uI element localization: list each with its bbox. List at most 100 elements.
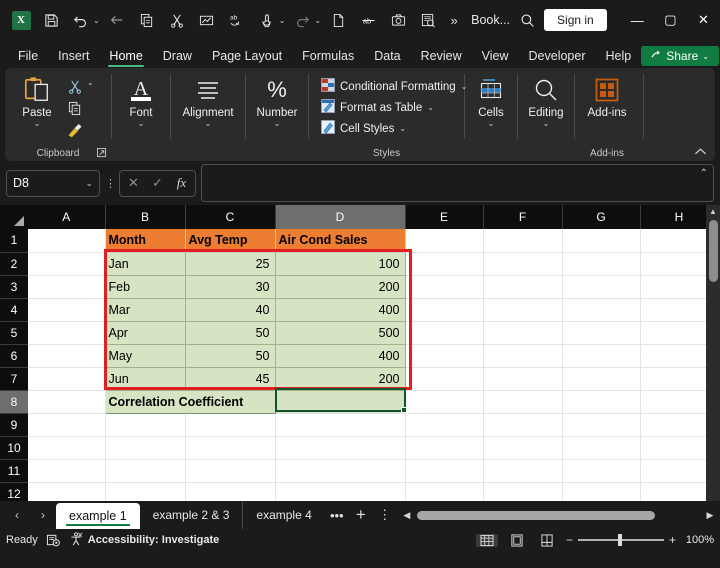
cell-c4[interactable]: 40 (185, 298, 275, 321)
confirm-formula-button[interactable]: ✓ (148, 175, 167, 191)
cell-a7[interactable] (28, 367, 105, 390)
close-button[interactable]: ✕ (687, 0, 720, 40)
cell-styles-button[interactable]: Cell Styles ⌄ (321, 119, 467, 138)
cell-d3[interactable]: 200 (275, 275, 405, 298)
horizontal-scrollbar[interactable]: ◀ ▶ (397, 501, 720, 529)
column-header-f[interactable]: F (483, 205, 562, 229)
column-header-c[interactable]: C (185, 205, 275, 229)
column-header-a[interactable]: A (28, 205, 105, 229)
cell-g9[interactable] (562, 413, 640, 436)
tab-draw[interactable]: Draw (153, 47, 202, 68)
new-file-icon[interactable] (323, 6, 353, 34)
cell-g5[interactable] (562, 321, 640, 344)
cell-d8[interactable] (275, 390, 405, 413)
alignment-chevron-down-icon[interactable]: ⌄ (205, 119, 212, 128)
font-button[interactable]: A Font ⌄ (115, 72, 167, 128)
clipboard-dialog-launcher-icon[interactable] (97, 148, 107, 160)
cell-f9[interactable] (483, 413, 562, 436)
cell-f1[interactable] (483, 229, 562, 252)
cell-b4[interactable]: Mar (105, 298, 185, 321)
touch-mode-dropdown-icon[interactable]: ⌄ (279, 16, 286, 25)
cell-d9[interactable] (275, 413, 405, 436)
sheet-tab-example-4[interactable]: example 4 (243, 501, 324, 529)
cell-d7[interactable]: 200 (275, 367, 405, 390)
next-sheet-button[interactable]: › (30, 501, 56, 529)
cell-e8[interactable] (405, 390, 483, 413)
sheet-tabs-overflow-icon[interactable]: ••• (325, 501, 349, 529)
cell-f2[interactable] (483, 252, 562, 275)
cell-b12[interactable] (105, 482, 185, 501)
cell-b6[interactable]: May (105, 344, 185, 367)
cell-c9[interactable] (185, 413, 275, 436)
redo-icon[interactable] (287, 6, 317, 34)
cell-a11[interactable] (28, 459, 105, 482)
cell-g4[interactable] (562, 298, 640, 321)
cell-f11[interactable] (483, 459, 562, 482)
cell-a3[interactable] (28, 275, 105, 298)
tab-help[interactable]: Help (596, 47, 642, 68)
cell-b2[interactable]: Jan (105, 252, 185, 275)
row-header-3[interactable]: 3 (0, 275, 28, 298)
cell-f12[interactable] (483, 482, 562, 501)
cell-e5[interactable] (405, 321, 483, 344)
name-box-chevron-down-icon[interactable]: ⌄ (85, 178, 93, 189)
cell-b5[interactable]: Apr (105, 321, 185, 344)
cell-b3[interactable]: Feb (105, 275, 185, 298)
format-as-table-button[interactable]: Format as Table ⌄ (321, 98, 467, 117)
cell-styles-chevron-down-icon[interactable]: ⌄ (399, 124, 406, 133)
redo-dropdown-icon[interactable]: ⌄ (314, 16, 321, 25)
cut-button[interactable] (63, 76, 87, 96)
cell-a8[interactable] (28, 390, 105, 413)
format-as-table-chevron-down-icon[interactable]: ⌄ (427, 103, 434, 112)
cell-e12[interactable] (405, 482, 483, 501)
cell-b9[interactable] (105, 413, 185, 436)
cell-g10[interactable] (562, 436, 640, 459)
row-header-11[interactable]: 11 (0, 459, 28, 482)
row-header-6[interactable]: 6 (0, 344, 28, 367)
page-layout-view-button[interactable] (506, 534, 528, 547)
cell-a10[interactable] (28, 436, 105, 459)
cell-d1[interactable]: Air Cond Sales (275, 229, 405, 252)
spelling-icon[interactable]: ab (222, 6, 252, 34)
paste-button[interactable]: Paste ⌄ (11, 72, 63, 128)
zoom-out-button[interactable]: − (566, 533, 573, 547)
cell-a6[interactable] (28, 344, 105, 367)
zoom-track[interactable] (578, 539, 664, 541)
cell-a9[interactable] (28, 413, 105, 436)
share-button[interactable]: Share ⌄ (641, 46, 719, 66)
cell-c2[interactable]: 25 (185, 252, 275, 275)
cell-g12[interactable] (562, 482, 640, 501)
editing-button[interactable]: Editing ⌄ (520, 72, 572, 128)
save-icon[interactable] (36, 6, 66, 34)
undo-dropdown-icon[interactable]: ⌄ (93, 16, 100, 25)
row-header-1[interactable]: 1 (0, 229, 28, 252)
print-preview-icon[interactable] (413, 6, 443, 34)
scroll-up-arrow-icon[interactable]: ▲ (709, 205, 717, 219)
column-header-b[interactable]: B (105, 205, 185, 229)
cell-d10[interactable] (275, 436, 405, 459)
tab-review[interactable]: Review (411, 47, 472, 68)
sheet-options-icon[interactable]: ⋮ (373, 501, 397, 529)
accessibility-status[interactable]: Accessibility: Investigate (69, 532, 219, 549)
row-header-10[interactable]: 10 (0, 436, 28, 459)
cell-c10[interactable] (185, 436, 275, 459)
horizontal-scroll-thumb[interactable] (417, 511, 655, 520)
sheet-tab-example-1[interactable]: example 1 (56, 503, 140, 529)
cell-f4[interactable] (483, 298, 562, 321)
cell-e3[interactable] (405, 275, 483, 298)
horizontal-scroll-track[interactable] (417, 509, 700, 521)
cell-c5[interactable]: 50 (185, 321, 275, 344)
cell-f7[interactable] (483, 367, 562, 390)
cell-b8-merged[interactable]: Correlation Coefficient (105, 390, 275, 413)
zoom-level-label[interactable]: 100% (684, 534, 714, 546)
cell-g7[interactable] (562, 367, 640, 390)
select-all-corner[interactable] (0, 205, 28, 229)
qat-overflow-button[interactable]: » (443, 6, 465, 34)
formula-bar-drag-handle[interactable]: ⋮ (105, 177, 114, 190)
tab-home[interactable]: Home (99, 47, 152, 68)
cell-b10[interactable] (105, 436, 185, 459)
cell-b11[interactable] (105, 459, 185, 482)
cell-d11[interactable] (275, 459, 405, 482)
vertical-scrollbar[interactable]: ▲ (706, 205, 720, 501)
share-chevron-down-icon[interactable]: ⌄ (702, 52, 709, 61)
